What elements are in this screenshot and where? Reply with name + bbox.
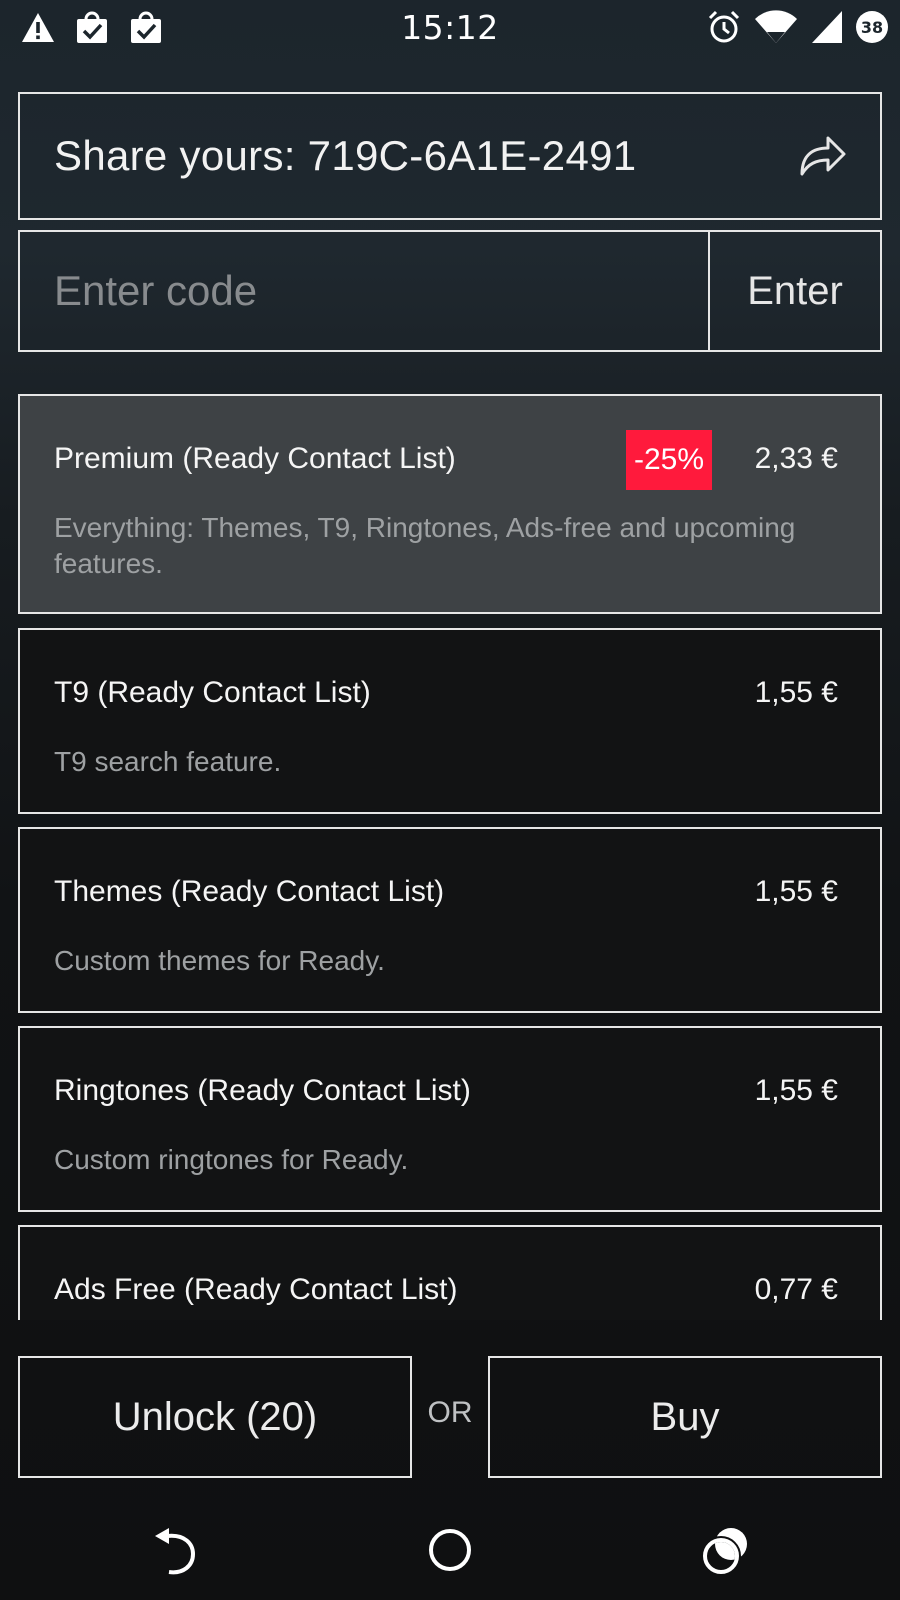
product-description: T9 search feature. <box>54 746 282 777</box>
share-code-text: Share yours: 719C-6A1E-2491 <box>54 132 637 179</box>
product-description: Custom themes for Ready. <box>54 945 385 976</box>
status-bar: 15:12 38 <box>0 0 900 56</box>
back-icon[interactable] <box>145 1524 205 1580</box>
code-entry-box: Enter <box>18 230 882 352</box>
product-item-ringtones[interactable]: Ringtones (Ready Contact List) 1,55 € Cu… <box>18 1026 882 1212</box>
product-price: 2,33 € <box>754 442 838 475</box>
recents-icon[interactable] <box>695 1524 755 1580</box>
product-item-ads-free[interactable]: Ads Free (Ready Contact List) 0,77 € <box>18 1225 882 1320</box>
cell-signal-icon <box>812 11 842 43</box>
product-title: Themes (Ready Contact List) <box>54 875 445 908</box>
product-list[interactable]: Premium (Ready Contact List) -25% 2,33 €… <box>0 390 900 1320</box>
alarm-clock-icon <box>708 10 740 43</box>
product-price: 1,55 € <box>754 1074 838 1107</box>
share-arrow-icon[interactable] <box>798 132 848 178</box>
product-item-premium[interactable]: Premium (Ready Contact List) -25% 2,33 €… <box>18 394 882 614</box>
product-price: 1,55 € <box>754 676 838 709</box>
share-code-box[interactable]: Share yours: 719C-6A1E-2491 <box>18 92 882 220</box>
home-icon[interactable] <box>420 1524 480 1580</box>
product-item-themes[interactable]: Themes (Ready Contact List) 1,55 € Custo… <box>18 827 882 1013</box>
product-title: Ads Free (Ready Contact List) <box>54 1273 458 1306</box>
product-title: Ringtones (Ready Contact List) <box>54 1074 471 1107</box>
battery-icon: 38 <box>856 11 888 43</box>
product-title: T9 (Ready Contact List) <box>54 676 371 709</box>
buy-button[interactable]: Buy <box>488 1356 882 1478</box>
battery-level: 38 <box>860 17 884 37</box>
navigation-bar <box>0 1502 900 1600</box>
product-description: Everything: Themes, T9, Ringtones, Ads-f… <box>54 512 796 579</box>
wifi-icon <box>755 10 797 43</box>
code-input[interactable] <box>20 232 710 350</box>
unlock-button[interactable]: Unlock (20) <box>18 1356 412 1478</box>
product-description: Custom ringtones for Ready. <box>54 1144 409 1175</box>
product-price: 1,55 € <box>754 875 838 908</box>
discount-badge: -25% <box>626 430 712 490</box>
product-title: Premium (Ready Contact List) <box>54 442 456 475</box>
product-price: 0,77 € <box>754 1273 838 1306</box>
system-icons: 38 <box>706 9 888 45</box>
or-label: OR <box>427 1396 473 1429</box>
enter-button[interactable]: Enter <box>708 232 880 350</box>
product-item-t9[interactable]: T9 (Ready Contact List) 1,55 € T9 search… <box>18 628 882 814</box>
